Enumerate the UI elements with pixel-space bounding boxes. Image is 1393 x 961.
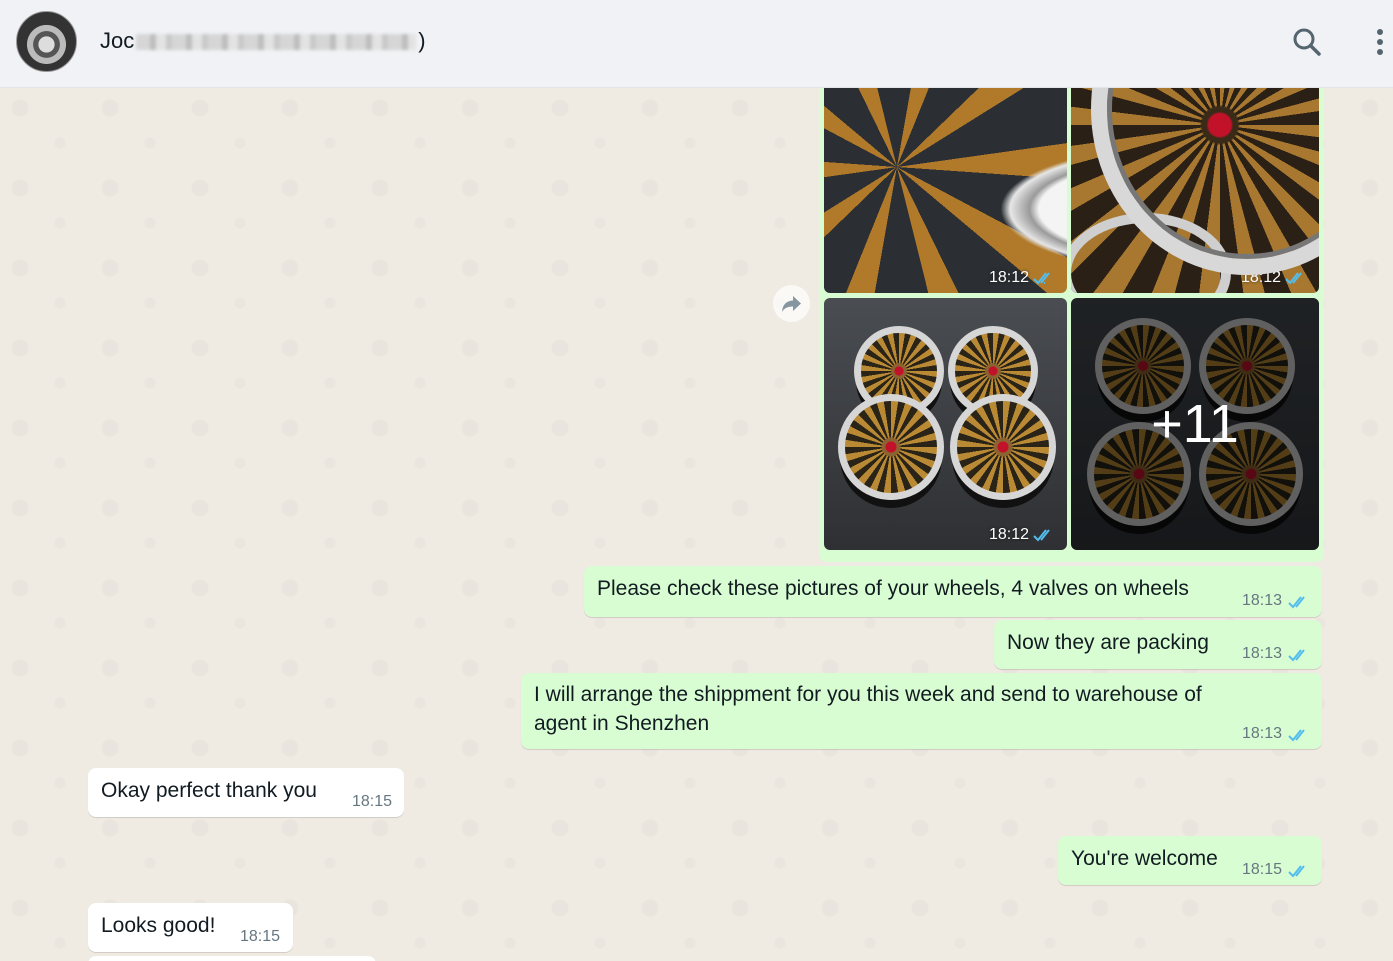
message-time: 18:15 [240,928,281,945]
outgoing-message[interactable]: I will arrange the shippment for you thi… [521,673,1322,749]
more-images-count: +11 [1071,298,1319,550]
incoming-message[interactable]: Looks good! 18:15 [88,903,293,952]
incoming-message[interactable]: Okay perfect thank you 18:15 [88,768,404,817]
read-receipt-icon [1288,729,1305,742]
media-album-bubble: 18:12 18:12 18:12 +11 [819,88,1324,562]
wheel-photo-2[interactable]: 18:12 [1071,88,1319,293]
chat-area[interactable]: 18:12 18:12 18:12 +11 Please check these… [0,88,1393,961]
incoming-message-partial[interactable] [88,956,376,961]
outgoing-message[interactable]: Now they are packing 18:13 [994,620,1322,669]
message-text-line-1: I will arrange the shippment for you thi… [534,683,1202,706]
read-receipt-icon [1288,649,1305,662]
contact-avatar[interactable] [16,11,77,72]
outgoing-message[interactable]: Please check these pictures of your whee… [584,566,1322,617]
message-text: You're welcome [1071,847,1218,870]
chat-header: Joc) [0,0,1393,88]
wheel-graphic [950,394,1056,500]
read-receipt-icon [1288,596,1305,609]
wheel-graphic [838,394,944,500]
wheel-photo-1[interactable]: 18:12 [824,88,1067,293]
message-time: 18:15 [352,793,393,810]
message-text: Please check these pictures of your whee… [597,577,1189,600]
message-text: Now they are packing [1007,631,1209,654]
message-text: Okay perfect thank you [101,779,317,802]
contact-name-start: Joc [100,28,135,53]
read-receipt-icon [1033,529,1050,542]
message-time: 18:15 [1242,861,1283,878]
search-icon[interactable] [1287,22,1327,62]
image-timestamp: 18:12 [988,269,1029,286]
read-receipt-icon [1288,865,1305,878]
wheel-photo-3[interactable]: 18:12 [824,298,1067,550]
message-time: 18:13 [1242,725,1283,742]
outgoing-message[interactable]: You're welcome 18:15 [1058,836,1322,885]
message-time: 18:13 [1242,592,1283,609]
image-timestamp: 18:12 [1240,269,1281,286]
redacted-name-blur [136,34,417,51]
contact-name[interactable]: Joc) [100,28,426,54]
message-text-line-2: agent in Shenzhen [534,712,710,735]
read-receipt-icon [1033,272,1050,285]
image-timestamp: 18:12 [988,526,1029,543]
wheel-photo-more[interactable]: +11 [1071,298,1319,550]
message-time: 18:13 [1242,645,1283,662]
read-receipt-icon [1285,272,1302,285]
more-vertical-icon[interactable] [1360,22,1393,62]
forward-icon[interactable] [773,285,810,322]
message-text: Looks good! [101,914,216,937]
contact-name-end: ) [418,28,426,53]
